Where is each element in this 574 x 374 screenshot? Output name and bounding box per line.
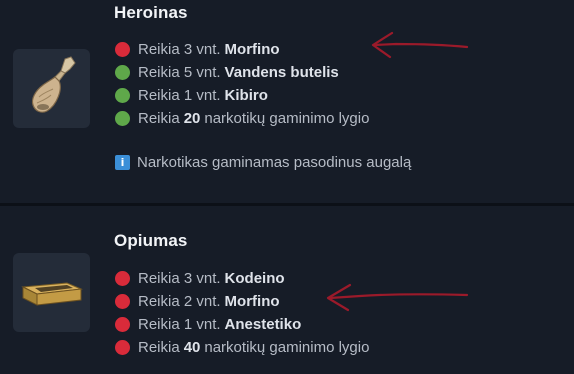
requirement-level-value: 20 — [183, 110, 201, 127]
recipe-title: Opiumas — [114, 231, 188, 250]
status-missing-icon — [115, 271, 130, 286]
requirement-item-name: Kodeino — [224, 270, 285, 287]
requirement-text: Reikia 5 vnt. — [138, 64, 221, 81]
status-missing-icon — [115, 294, 130, 309]
requirement-text: Reikia — [138, 339, 180, 356]
requirement-item: Reikia 1 vnt. Anestetiko — [115, 313, 369, 336]
requirement-item-name: Kibiro — [224, 87, 268, 104]
recipe-card-heroinas[interactable]: Heroinas Reikia 3 vnt. Morfino Reikia 5 … — [0, 0, 574, 203]
requirement-list: Reikia 3 vnt. Morfino Reikia 5 vnt. Vand… — [115, 38, 369, 130]
recipe-thumbnail-opiumas — [13, 253, 90, 332]
requirement-list: Reikia 3 vnt. Kodeino Reikia 2 vnt. Morf… — [115, 267, 369, 359]
requirement-item-name: Vandens butelis — [224, 64, 339, 81]
annotation-arrow-icon — [371, 31, 469, 59]
status-missing-icon — [115, 42, 130, 57]
requirement-text: Reikia 3 vnt. — [138, 270, 221, 287]
requirement-item: Reikia 3 vnt. Morfino — [115, 38, 369, 61]
status-met-icon — [115, 88, 130, 103]
requirement-text: Reikia 1 vnt. — [138, 87, 221, 104]
requirement-item-name: Morfino — [224, 293, 280, 310]
recipe-thumbnail-heroinas — [13, 49, 90, 128]
info-note-text: Narkotikas gaminamas pasodinus augalą — [137, 154, 412, 171]
requirement-level-value: 40 — [183, 339, 201, 356]
status-missing-icon — [115, 317, 130, 332]
requirement-text: Reikia 3 vnt. — [138, 41, 221, 58]
requirement-text: Reikia — [138, 110, 180, 127]
requirement-item: Reikia 1 vnt. Kibiro — [115, 84, 369, 107]
requirement-item: Reikia 3 vnt. Kodeino — [115, 267, 369, 290]
requirement-text-suffix: narkotikų gaminimo lygio — [204, 339, 370, 356]
info-icon: i — [115, 155, 130, 170]
requirement-item: Reikia 40 narkotikų gaminimo lygio — [115, 336, 369, 359]
requirement-text: Reikia 2 vnt. — [138, 293, 221, 310]
requirement-text-suffix: narkotikų gaminimo lygio — [204, 110, 370, 127]
status-met-icon — [115, 111, 130, 126]
requirement-item: Reikia 20 narkotikų gaminimo lygio — [115, 107, 369, 130]
requirement-item: Reikia 2 vnt. Morfino — [115, 290, 369, 313]
requirement-item: Reikia 5 vnt. Vandens butelis — [115, 61, 369, 84]
status-met-icon — [115, 65, 130, 80]
info-note: i Narkotikas gaminamas pasodinus augalą — [115, 154, 411, 171]
status-missing-icon — [115, 340, 130, 355]
requirement-item-name: Anestetiko — [224, 316, 302, 333]
requirement-text: Reikia 1 vnt. — [138, 316, 221, 333]
crafting-recipes-panel: Heroinas Reikia 3 vnt. Morfino Reikia 5 … — [0, 0, 574, 374]
recipe-title: Heroinas — [114, 3, 188, 22]
opium-block-icon — [21, 282, 83, 306]
recipe-card-opiumas[interactable]: Opiumas Reikia 3 vnt. Kodeino Reikia 2 v… — [0, 206, 574, 374]
requirement-item-name: Morfino — [224, 41, 280, 58]
heroin-bag-icon — [31, 56, 76, 113]
